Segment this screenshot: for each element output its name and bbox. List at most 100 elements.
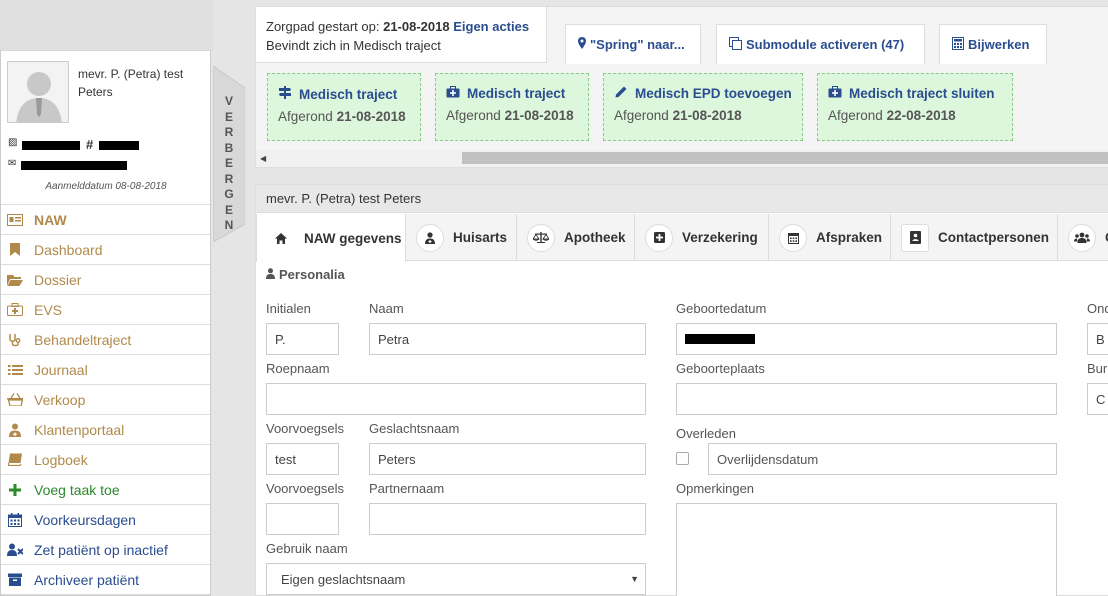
- stethoscope-icon: [7, 333, 23, 347]
- voorvoegsels-input[interactable]: test: [266, 443, 339, 475]
- geboortedatum-input[interactable]: [676, 323, 1057, 355]
- care-path-started-label: Zorgpad gestart op:: [266, 19, 380, 34]
- balance-icon: [527, 223, 555, 252]
- sidebar-item-klantenportaal[interactable]: Klantenportaal: [1, 415, 210, 445]
- tab-label: Afspraken: [816, 230, 883, 245]
- hide-sidebar-toggle[interactable]: V E R B E R G E N: [213, 66, 245, 242]
- tab-contactpersonen[interactable]: Contactpersonen: [891, 214, 1058, 261]
- geslachtsnaam-input[interactable]: Peters: [369, 443, 646, 475]
- submodule-activeren-button[interactable]: Submodule activeren (47): [716, 24, 925, 64]
- overleden-label: Overleden: [676, 426, 736, 441]
- step-date: 21-08-2018: [504, 108, 574, 123]
- sidebar-item-voeg-taak-toe[interactable]: Voeg taak toe: [1, 475, 210, 505]
- registration-date: Aanmelddatum 08-08-2018: [45, 181, 167, 192]
- redacted-email: [21, 161, 127, 170]
- sidebar-item-label: Logboek: [34, 451, 88, 468]
- tab-verzekering[interactable]: Verzekering: [635, 214, 769, 261]
- submodule-activeren-label: Submodule activeren (47): [746, 37, 905, 52]
- bur-input[interactable]: C: [1087, 383, 1108, 415]
- scrollbar-thumb[interactable]: [462, 152, 1108, 164]
- horizontal-scrollbar[interactable]: ◀: [256, 150, 1108, 167]
- partnernaam-input[interactable]: [369, 503, 646, 535]
- scroll-left-arrow-icon[interactable]: ◀: [260, 154, 266, 163]
- sidebar-item-label: Archiveer patiënt: [34, 571, 140, 588]
- user-icon: [266, 267, 275, 282]
- overlijdensdatum-input[interactable]: Overlijdensdatum: [708, 443, 1057, 475]
- sidebar-item-logboek[interactable]: Logboek: [1, 445, 210, 475]
- list-icon: [7, 363, 23, 377]
- partner-voorvoegsels-input[interactable]: [266, 503, 339, 535]
- user-doctor-icon: [7, 423, 23, 437]
- tab-label: NAW gegevens: [304, 230, 402, 246]
- tab-label: Huisarts: [453, 230, 508, 245]
- user-doctor-icon: [416, 223, 444, 252]
- naam-input[interactable]: Petra: [369, 323, 646, 355]
- sidebar-item-label: Journaal: [34, 361, 88, 378]
- gebruik-naam-select[interactable]: Eigen geslachtsnaam ▼: [266, 563, 646, 595]
- step-card[interactable]: Medisch traject sluiten Afgerond 22-08-2…: [817, 73, 1013, 141]
- tab-afspraken[interactable]: Afspraken: [769, 214, 891, 261]
- sidebar-item-label: Behandeltraject: [34, 331, 132, 348]
- overleden-checkbox[interactable]: [676, 452, 689, 465]
- ond-label: Ond: [1087, 301, 1108, 316]
- redacted-birthdate-value: [685, 334, 755, 344]
- tab-label: Verzekering: [682, 230, 758, 245]
- tab-partial[interactable]: C: [1058, 214, 1108, 261]
- calculator-icon: [952, 36, 964, 53]
- sidebar-item-archiveer[interactable]: Archiveer patiënt: [1, 565, 210, 595]
- step-card[interactable]: Medisch traject Afgerond 21-08-2018: [435, 73, 589, 141]
- book-icon: [7, 453, 23, 467]
- spring-naar-button[interactable]: "Spring" naar...: [565, 24, 701, 64]
- hide-letter: N: [224, 218, 234, 232]
- sidebar-item-label: Verkoop: [34, 391, 86, 408]
- chevron-down-icon: ▼: [630, 574, 639, 584]
- bur-label: Bur: [1087, 361, 1108, 376]
- step-title: Medisch traject sluiten: [849, 86, 995, 101]
- hide-letter: E: [224, 156, 233, 170]
- sidebar-item-voorkeursdagen[interactable]: Voorkeursdagen: [1, 505, 210, 535]
- users-icon: [1068, 223, 1096, 252]
- sidebar-item-label: Voorkeursdagen: [34, 511, 136, 528]
- step-date: 22-08-2018: [886, 108, 956, 123]
- geboorteplaats-input[interactable]: [676, 383, 1057, 415]
- step-card[interactable]: Medisch EPD toevoegen Afgerond 21-08-201…: [603, 73, 803, 141]
- envelope-icon: ✉: [8, 158, 17, 169]
- sidebar-item-journaal[interactable]: Journaal: [1, 355, 210, 385]
- calendar-icon: [779, 223, 807, 252]
- geboortedatum-label: Geboortedatum: [676, 301, 767, 316]
- own-actions-link[interactable]: Eigen acties: [453, 19, 529, 34]
- step-card[interactable]: Medisch traject Afgerond 21-08-2018: [267, 73, 421, 141]
- initialen-label: Initialen: [266, 301, 311, 316]
- sidebar-item-label: Zet patiënt op inactief: [34, 541, 168, 558]
- section-personalia: Personalia: [266, 267, 345, 282]
- medkit-icon: [828, 86, 842, 101]
- sidebar-item-dossier[interactable]: Dossier: [1, 265, 210, 295]
- sidebar-item-zet-inactief[interactable]: Zet patiënt op inactief: [1, 535, 210, 565]
- sidebar-item-naw[interactable]: NAW: [1, 205, 210, 235]
- step-date: 21-08-2018: [672, 108, 742, 123]
- tab-apotheek[interactable]: Apotheek: [517, 214, 635, 261]
- sidebar-item-behandeltraject[interactable]: Behandeltraject: [1, 325, 210, 355]
- initialen-input[interactable]: P.: [266, 323, 339, 355]
- gebruik-naam-value: Eigen geslachtsnaam: [281, 571, 406, 587]
- gebruik-naam-label: Gebruik naam: [266, 541, 348, 556]
- sidebar-item-label: Dashboard: [34, 241, 103, 258]
- patient-profile: mevr. P. (Petra) test Peters ▨ # ✉ Aanme…: [1, 51, 210, 205]
- step-status: Afgerond: [446, 108, 501, 123]
- sidebar-item-verkoop[interactable]: Verkoop: [1, 385, 210, 415]
- roepnaam-input[interactable]: [266, 383, 646, 415]
- sidebar-item-dashboard[interactable]: Dashboard: [1, 235, 210, 265]
- sidebar-top-area: [0, 0, 213, 50]
- sidebar-item-label: Klantenportaal: [34, 421, 125, 438]
- map-marker-icon: [578, 37, 586, 52]
- opmerkingen-textarea[interactable]: [676, 503, 1057, 596]
- tab-naw-gegevens[interactable]: NAW gegevens: [256, 214, 406, 262]
- bijwerken-button[interactable]: Bijwerken: [939, 24, 1047, 64]
- medkit-icon: [446, 86, 460, 101]
- current-stage-text: Bevindt zich in Medisch traject: [266, 38, 441, 53]
- spring-naar-label: "Spring" naar...: [590, 37, 685, 52]
- partnernaam-label: Partnernaam: [369, 481, 445, 496]
- sidebar-item-evs[interactable]: EVS: [1, 295, 210, 325]
- ond-input[interactable]: B: [1087, 323, 1108, 355]
- tab-huisarts[interactable]: Huisarts: [406, 214, 517, 261]
